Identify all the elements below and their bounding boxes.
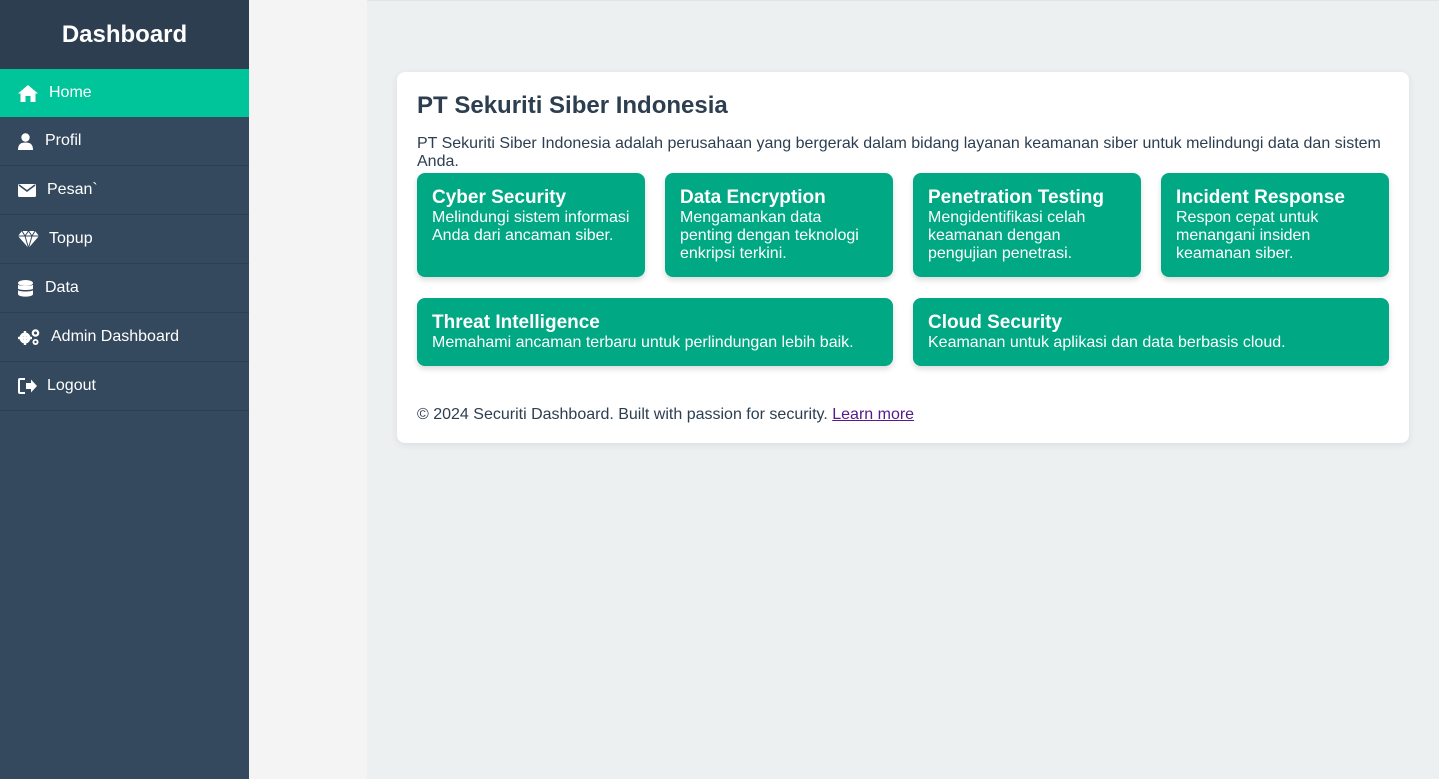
service-card-threat-intelligence: Threat Intelligence Memahami ancaman ter… [417, 298, 893, 366]
service-desc: Mengidentifikasi celah keamanan dengan p… [928, 209, 1086, 262]
main-content: PT Sekuriti Siber Indonesia PT Sekuriti … [367, 0, 1439, 779]
logout-icon [18, 376, 38, 396]
service-desc: Memahami ancaman terbaru untuk perlindun… [432, 334, 854, 351]
service-desc: Mengamankan data penting dengan teknolog… [680, 209, 859, 262]
service-desc: Melindungi sistem informasi Anda dari an… [432, 209, 630, 244]
sidebar-item-pesan[interactable]: Pesan` [0, 166, 249, 215]
service-card-incident-response: Incident Response Respon cepat untuk men… [1161, 173, 1389, 277]
sidebar-item-admin-dashboard[interactable]: Admin Dashboard [0, 313, 249, 362]
service-card-cyber-security: Cyber Security Melindungi sistem informa… [417, 173, 645, 277]
service-title: Incident Response [1176, 187, 1345, 208]
sidebar-item-label: Home [49, 84, 92, 101]
sidebar-item-label: Data [45, 279, 79, 296]
service-desc: Respon cepat untuk menangani insiden kea… [1176, 209, 1319, 262]
learn-more-link[interactable]: Learn more [832, 406, 914, 423]
page-title: PT Sekuriti Siber Indonesia [417, 92, 728, 119]
footer: © 2024 Securiti Dashboard. Built with pa… [417, 406, 1389, 424]
sidebar-item-label: Pesan` [47, 181, 98, 198]
sidebar-item-label: Logout [47, 377, 96, 394]
sidebar-item-logout[interactable]: Logout [0, 362, 249, 411]
company-intro: PT Sekuriti Siber Indonesia adalah perus… [417, 135, 1381, 170]
service-card-penetration-testing: Penetration Testing Mengidentifikasi cel… [913, 173, 1141, 277]
left-gutter [249, 0, 367, 779]
user-icon [18, 131, 36, 151]
service-card-cloud-security: Cloud Security Keamanan untuk aplikasi d… [913, 298, 1389, 366]
sidebar-item-topup[interactable]: Topup [0, 215, 249, 264]
service-desc: Keamanan untuk aplikasi dan data berbasi… [928, 334, 1286, 351]
database-icon [18, 278, 36, 298]
service-title: Cyber Security [432, 187, 567, 208]
sidebar-item-home[interactable]: Home [0, 69, 249, 117]
diamond-icon [18, 229, 40, 249]
company-card: PT Sekuriti Siber Indonesia PT Sekuriti … [397, 72, 1409, 443]
gears-icon [18, 327, 42, 347]
sidebar-nav: Home Profil Pesan` Topup Data Admin Dash… [0, 69, 249, 411]
sidebar-item-profil[interactable]: Profil [0, 117, 249, 166]
sidebar-item-data[interactable]: Data [0, 264, 249, 313]
envelope-icon [18, 180, 38, 200]
footer-text: © 2024 Securiti Dashboard. Built with pa… [417, 406, 828, 423]
sidebar-item-label: Profil [45, 132, 82, 149]
sidebar-title: Dashboard [0, 0, 249, 69]
sidebar-item-label: Admin Dashboard [51, 328, 180, 345]
service-title: Threat Intelligence [432, 312, 600, 333]
services-row: Cyber Security Melindungi sistem informa… [417, 173, 1389, 277]
service-title: Data Encryption [680, 187, 826, 208]
sidebar-item-label: Topup [49, 230, 93, 247]
service-title: Cloud Security [928, 312, 1063, 333]
services-row: Threat Intelligence Memahami ancaman ter… [417, 298, 1389, 366]
home-icon [18, 83, 40, 103]
service-card-data-encryption: Data Encryption Mengamankan data penting… [665, 173, 893, 277]
service-title: Penetration Testing [928, 187, 1104, 208]
sidebar: Dashboard Home Profil Pesan` Topup Data … [0, 0, 249, 779]
